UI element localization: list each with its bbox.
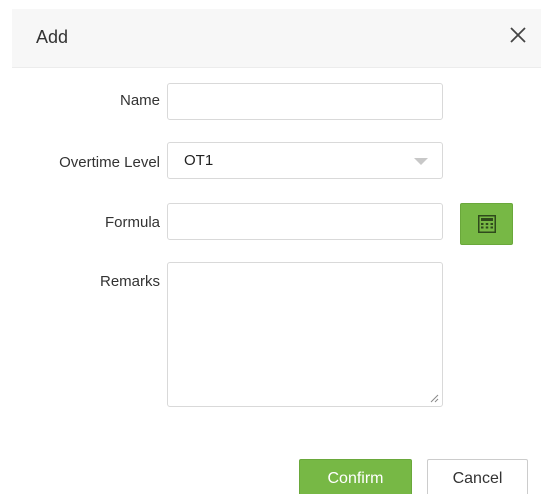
formula-input[interactable] [167,203,443,240]
confirm-button[interactable]: Confirm [299,459,412,494]
cancel-button[interactable]: Cancel [427,459,528,494]
resize-grip-icon[interactable] [430,394,439,403]
remarks-label: Remarks [99,273,160,290]
remarks-textarea[interactable] [167,262,443,407]
calculator-button[interactable] [460,203,513,245]
formula-label: Formula [104,214,160,231]
dialog-title: Add [36,27,69,47]
overtime-level-value: OT1 [184,152,214,169]
name-input[interactable] [167,83,443,120]
dialog-header: Add [12,9,541,68]
close-icon[interactable] [509,26,531,48]
overtime-level-label: Overtime Level [59,154,160,171]
calculator-icon [478,215,496,233]
name-label: Name [119,92,160,109]
caret-down-icon [414,158,428,165]
overtime-level-select[interactable]: OT1 [167,142,443,179]
add-dialog: Add Name Overtime Level OT1 Formula Rema… [0,0,541,494]
